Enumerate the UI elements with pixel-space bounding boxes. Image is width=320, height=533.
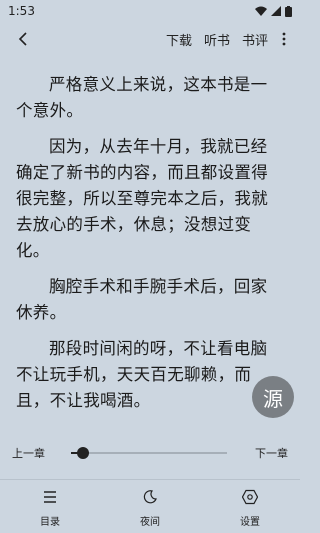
prev-chapter-button[interactable]: 上一章: [12, 445, 45, 461]
signal-icon: [271, 6, 281, 16]
bottom-nav: 目录 夜间 设置: [0, 485, 300, 529]
status-time: 1:53: [8, 4, 35, 18]
divider: [0, 479, 300, 480]
wifi-icon: [255, 6, 267, 16]
reader-paragraph: 因为，从去年十月，我就已经确定了新书的内容，而且都设置得很完整，所以至尊完本之后…: [16, 137, 268, 260]
reader-paragraph: 严格意义上来说，这本书是一个意外。: [16, 75, 268, 120]
battery-icon: [285, 5, 292, 17]
chapter-navigation: 上一章 下一章: [0, 437, 300, 469]
nav-settings-label: 设置: [240, 517, 260, 528]
reader-paragraph: 胸腔手术和手腕手术后，回家休养。: [16, 277, 268, 322]
bottom-panel: 上一章 下一章 目录 夜间 设置: [0, 437, 300, 533]
nav-catalog[interactable]: 目录: [15, 485, 85, 529]
moon-icon: [143, 485, 157, 509]
nav-settings[interactable]: 设置: [215, 485, 285, 529]
slider-track: [71, 452, 227, 454]
settings-icon: [242, 485, 258, 509]
nav-night-mode-label: 夜间: [140, 517, 160, 528]
nav-night-mode[interactable]: 夜间: [115, 485, 185, 529]
nav-catalog-label: 目录: [40, 517, 60, 528]
progress-slider[interactable]: [71, 443, 227, 463]
list-icon: [43, 485, 57, 509]
source-button[interactable]: 源: [252, 376, 294, 418]
slider-thumb[interactable]: [77, 447, 90, 459]
next-chapter-button[interactable]: 下一章: [255, 445, 288, 461]
status-bar: 1:53: [0, 0, 300, 22]
reader-content[interactable]: 严格意义上来说，这本书是一个意外。 因为，从去年十月，我就已经确定了新书的内容，…: [0, 40, 300, 440]
status-icons: [255, 5, 292, 17]
